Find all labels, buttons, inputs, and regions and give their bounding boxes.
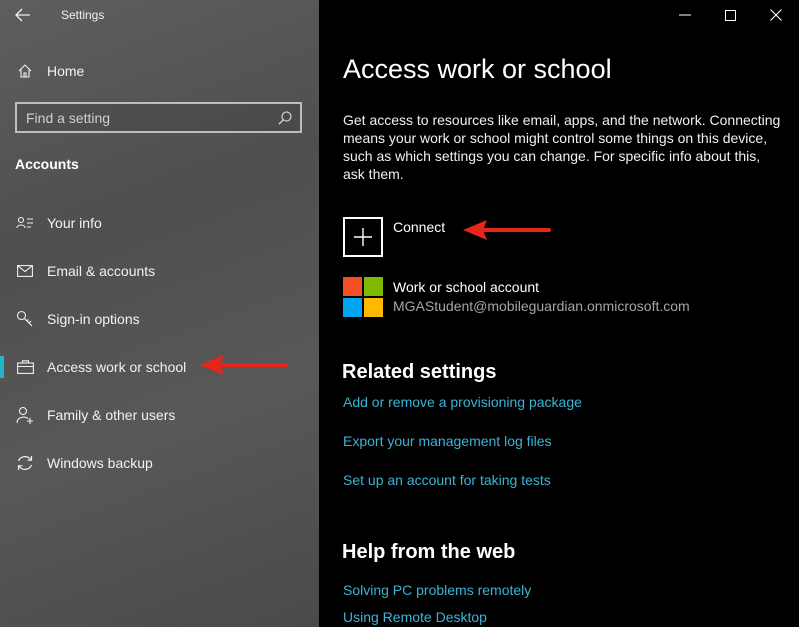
logo-blue-square — [343, 298, 362, 317]
search-box[interactable] — [15, 102, 302, 133]
sidebar-item-email-accounts[interactable]: Email & accounts — [0, 249, 319, 293]
main-panel: Access work or school Get access to reso… — [319, 0, 799, 627]
sidebar-item-label: Sign-in options — [47, 311, 140, 327]
plus-icon — [354, 228, 372, 246]
related-settings-heading: Related settings — [342, 361, 497, 383]
connect-label[interactable]: Connect — [393, 219, 445, 235]
close-icon — [770, 9, 782, 21]
envelope-icon — [15, 261, 35, 281]
minimize-button[interactable] — [662, 0, 708, 30]
sidebar-item-label: Your info — [47, 215, 102, 231]
back-arrow-icon — [15, 8, 30, 22]
sidebar-item-label: Email & accounts — [47, 263, 156, 279]
help-from-web-heading: Help from the web — [342, 541, 516, 563]
connect-button[interactable] — [343, 217, 383, 257]
search-input[interactable] — [26, 108, 266, 128]
sidebar-item-sign-in-options[interactable]: Sign-in options — [0, 297, 319, 341]
link-remote-desktop[interactable]: Using Remote Desktop — [343, 609, 487, 625]
sidebar-item-label: Family & other users — [47, 407, 176, 423]
home-label: Home — [47, 63, 85, 79]
link-taking-tests-account[interactable]: Set up an account for taking tests — [343, 472, 551, 488]
logo-green-square — [364, 277, 383, 296]
home-nav-item[interactable]: Home — [0, 49, 319, 93]
account-email: MGAStudent@mobileguardian.onmicrosoft.co… — [393, 298, 690, 314]
home-icon — [15, 61, 35, 81]
sidebar-item-your-info[interactable]: Your info — [0, 201, 319, 245]
maximize-icon — [724, 9, 736, 21]
section-heading-accounts: Accounts — [15, 156, 79, 172]
back-button[interactable] — [8, 2, 38, 28]
sidebar: Settings Home Accounts Your — [0, 0, 319, 627]
briefcase-icon — [15, 357, 35, 377]
sidebar-item-family-other-users[interactable]: Family & other users — [0, 393, 319, 437]
maximize-button[interactable] — [707, 0, 753, 30]
annotation-arrow-icon — [200, 355, 288, 375]
account-name[interactable]: Work or school account — [393, 279, 539, 295]
close-button[interactable] — [753, 0, 799, 30]
microsoft-logo-icon[interactable] — [343, 277, 383, 317]
sync-icon — [15, 453, 35, 473]
logo-red-square — [343, 277, 362, 296]
link-solving-pc-problems[interactable]: Solving PC problems remotely — [343, 582, 531, 598]
page-title: Access work or school — [343, 54, 612, 84]
logo-yellow-square — [364, 298, 383, 317]
sidebar-item-windows-backup[interactable]: Windows backup — [0, 441, 319, 485]
search-icon[interactable] — [277, 110, 293, 126]
person-add-icon — [15, 405, 35, 425]
sidebar-item-label: Windows backup — [47, 455, 153, 471]
sidebar-item-label: Access work or school — [47, 359, 187, 375]
page-description: Get access to resources like email, apps… — [343, 112, 781, 182]
selection-indicator — [0, 356, 4, 378]
minimize-icon — [679, 14, 691, 16]
key-icon — [15, 309, 35, 329]
link-provisioning-package[interactable]: Add or remove a provisioning package — [343, 394, 582, 410]
person-card-icon — [15, 213, 35, 233]
link-export-management-logs[interactable]: Export your management log files — [343, 433, 552, 449]
annotation-arrow-icon — [463, 220, 551, 240]
app-title: Settings — [61, 8, 105, 22]
title-bar: Settings — [0, 0, 319, 30]
